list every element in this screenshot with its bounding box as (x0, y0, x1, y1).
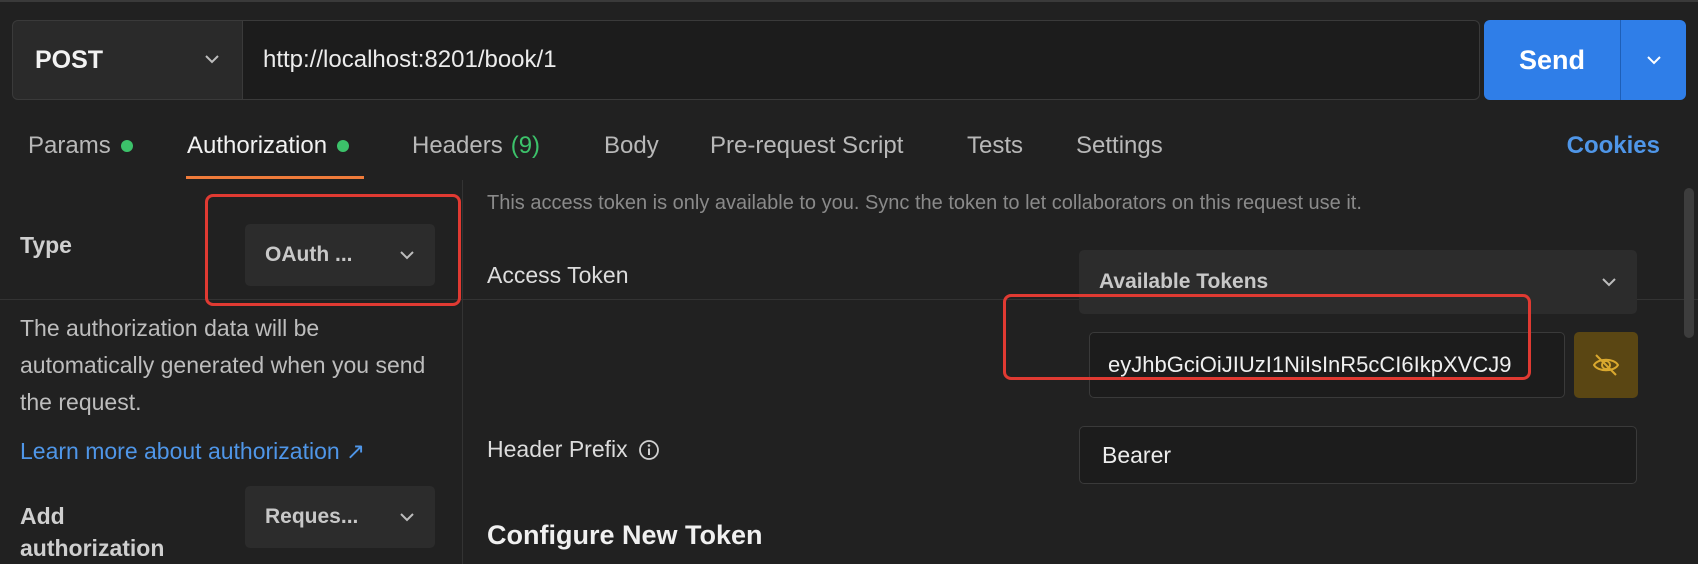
highlight-box (1003, 294, 1531, 380)
toggle-visibility-button[interactable] (1574, 332, 1638, 398)
auth-description: The authorization data will be automatic… (20, 315, 426, 415)
eye-off-icon (1592, 354, 1620, 376)
chevron-down-icon (1602, 278, 1616, 287)
chevron-down-icon (1646, 56, 1661, 65)
status-dot (120, 140, 133, 152)
method-label: POST (35, 45, 104, 74)
chevron-down-icon (400, 513, 414, 522)
header-prefix-value: Bearer (1102, 441, 1172, 468)
add-authorization-select[interactable]: Reques... (245, 486, 435, 548)
type-label: Type (20, 232, 72, 258)
tab-authorization[interactable]: Authorization (187, 132, 350, 160)
available-tokens-label: Available Tokens (1099, 270, 1269, 293)
status-dot (337, 140, 350, 152)
send-button-group: Send (1484, 20, 1686, 100)
add-authorization-value: Reques... (265, 505, 359, 528)
info-icon[interactable] (638, 439, 660, 461)
url-text: http://localhost:8201/book/1 (263, 46, 557, 73)
highlight-box (205, 194, 461, 306)
header-prefix-input[interactable]: Bearer (1079, 426, 1637, 484)
tab-label: Params (28, 132, 111, 159)
tab-label: Authorization (187, 132, 328, 159)
request-bar: POST http://localhost:8201/book/1 Send (12, 20, 1686, 100)
url-input[interactable]: http://localhost:8201/book/1 (243, 20, 1480, 100)
tab-label: Headers (412, 132, 503, 159)
scrollbar[interactable] (1684, 188, 1694, 338)
chevron-down-icon (205, 55, 219, 64)
learn-more-link[interactable]: Learn more about authorization ↗ (20, 438, 365, 465)
tab-label: Settings (1076, 132, 1163, 159)
header-prefix-text: Header Prefix (487, 436, 628, 462)
send-options-button[interactable] (1621, 20, 1686, 100)
tab-label: Tests (967, 132, 1024, 159)
method-select[interactable]: POST (12, 20, 243, 100)
configure-new-token-heading: Configure New Token (487, 520, 763, 550)
tab-pre-request-script[interactable]: Pre-request Script (710, 132, 903, 160)
tab-params[interactable]: Params (28, 132, 133, 160)
tab-tests[interactable]: Tests (967, 132, 1023, 160)
top-border (0, 0, 1698, 2)
active-tab-indicator (186, 176, 364, 179)
send-button[interactable]: Send (1484, 20, 1620, 100)
token-notice: This access token is only available to y… (487, 192, 1362, 214)
request-tabs: Params Authorization Headers (9) Body Pre… (0, 120, 1698, 300)
headers-count: (9) (510, 132, 541, 159)
tab-label: Pre-request Script (710, 132, 904, 159)
tab-label: Body (604, 132, 659, 159)
cookies-link[interactable]: Cookies (1567, 132, 1660, 160)
add-authorization-label: Add authorization (20, 503, 165, 561)
tab-body[interactable]: Body (604, 132, 659, 160)
tab-settings[interactable]: Settings (1076, 132, 1163, 160)
tab-headers[interactable]: Headers (9) (412, 132, 540, 160)
access-token-label: Access Token (487, 262, 629, 288)
token-panel: This access token is only available to y… (463, 180, 1698, 564)
header-prefix-label: Header Prefix (487, 436, 660, 463)
auth-sidebar: Type OAuth ... The authorization data wi… (0, 180, 462, 564)
